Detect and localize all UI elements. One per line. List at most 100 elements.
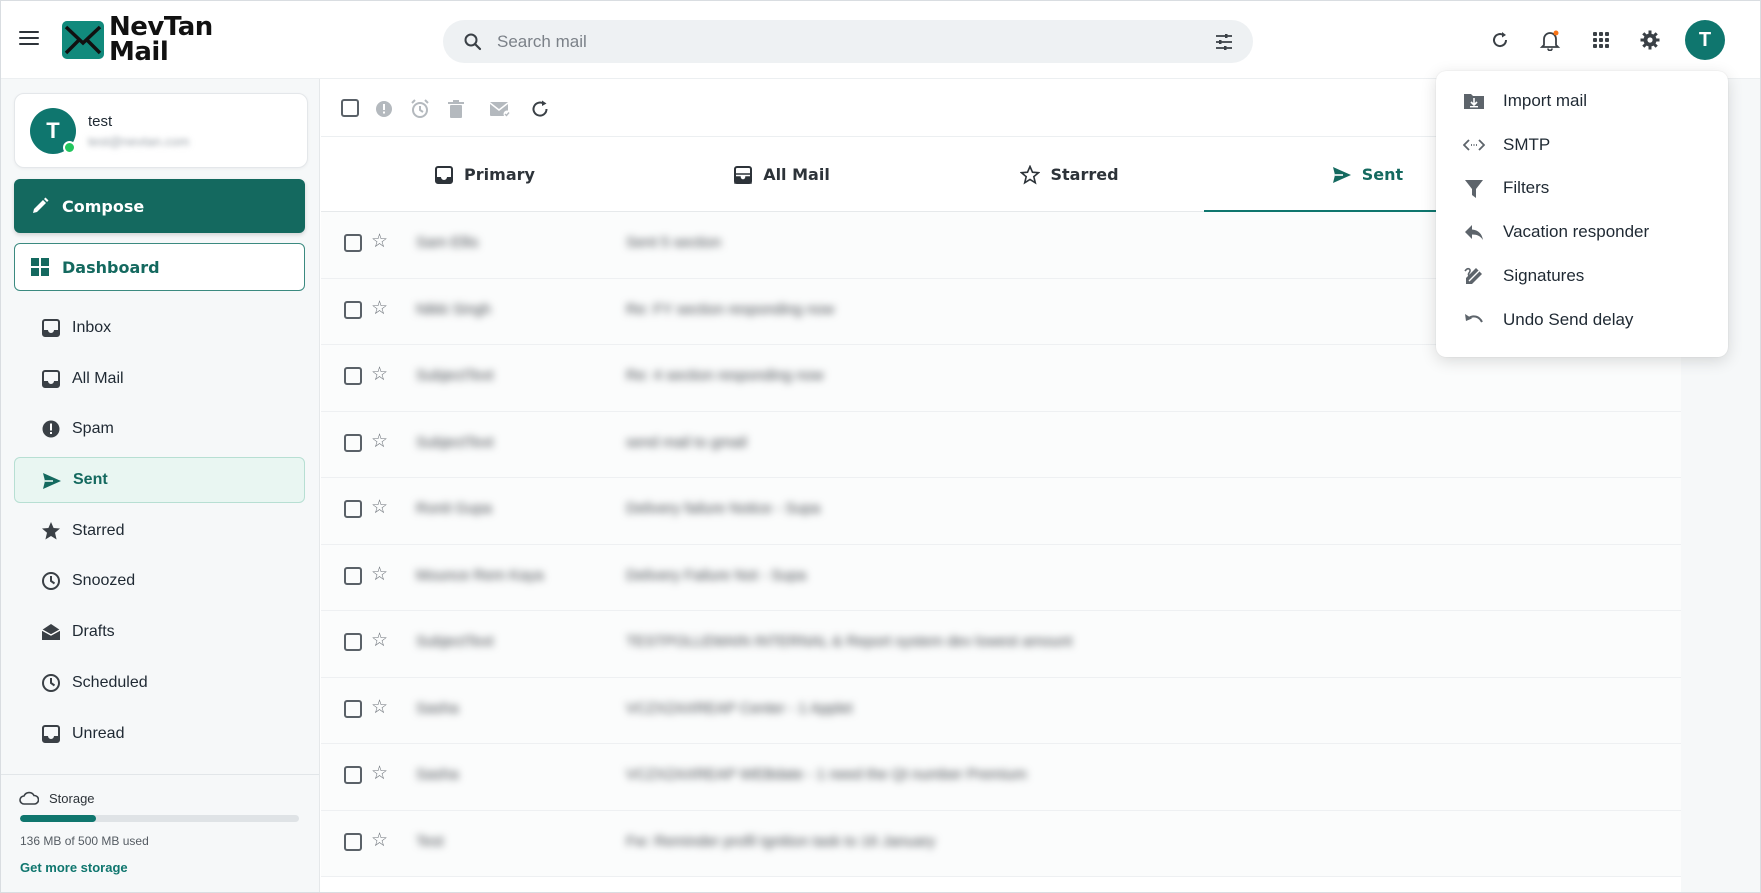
dashboard-button[interactable]: Dashboard: [14, 243, 305, 291]
reply-icon: [1465, 225, 1483, 241]
apps-grid-icon[interactable]: [1586, 25, 1616, 55]
table-row[interactable]: ☆ SubjectText TESTPOLLEMAIN INTERNAL & Rep…: [321, 611, 1681, 678]
row-checkbox[interactable]: [344, 832, 362, 851]
star-outline-icon[interactable]: ☆: [371, 764, 388, 784]
get-more-storage-link[interactable]: Get more storage: [20, 860, 128, 875]
star-outline-icon[interactable]: ☆: [371, 365, 388, 385]
table-row[interactable]: ☆SubjectTextsend mail to gmailAug 17: [321, 411, 1681, 478]
table-row[interactable]: ☆ Sasha VCZXZAXREAP WEBdate - 1 need the Q…: [321, 744, 1681, 811]
folder-nav: Inbox All Mail Spam Sent Starred Snoozed: [14, 305, 305, 761]
signature-icon: [1464, 268, 1482, 285]
table-row[interactable]: ☆ Mounce Rem Kaya Delivery Failure Not - S…: [321, 544, 1681, 611]
bell-icon[interactable]: [1535, 25, 1565, 55]
sidebar-item-all-mail[interactable]: All Mail: [14, 356, 305, 402]
menu-item-signatures[interactable]: Signatures: [1436, 254, 1728, 298]
sidebar-item-scheduled[interactable]: Scheduled: [14, 660, 305, 706]
tab-all-mail[interactable]: All Mail: [618, 137, 945, 212]
row-checkbox[interactable]: [344, 766, 362, 784]
sidebar-item-spam[interactable]: Spam: [14, 406, 305, 452]
sidebar-item-inbox[interactable]: Inbox: [14, 305, 305, 351]
tab-primary[interactable]: Primary: [321, 137, 648, 212]
sidebar-item-label: Drafts: [72, 623, 115, 641]
compose-button[interactable]: Compose: [14, 179, 305, 233]
all-mail-icon: [42, 369, 60, 388]
select-all-checkbox[interactable]: [341, 99, 359, 117]
drafts-icon: [41, 624, 61, 641]
star-outline-icon[interactable]: ☆: [371, 830, 388, 851]
import-folder-icon: [1464, 94, 1484, 109]
tab-label: Primary: [464, 165, 535, 184]
spam-icon: [42, 420, 60, 438]
snooze-icon[interactable]: [409, 98, 431, 120]
star-outline-icon[interactable]: ☆: [371, 232, 388, 252]
send-icon: [1332, 166, 1351, 183]
email-sender: Ronit Gupa: [416, 500, 492, 517]
sidebar-item-drafts[interactable]: Drafts: [14, 609, 305, 655]
storage-label: Storage: [49, 791, 95, 806]
table-row[interactable]: ☆ Ronit Gupa Delivery failure Notice - Sup…: [321, 478, 1681, 545]
row-checkbox[interactable]: [344, 234, 362, 252]
email-subject: Delivery Failure Not - Supa: [626, 566, 807, 584]
filter-icon: [1465, 179, 1483, 198]
refresh-icon[interactable]: [1485, 25, 1515, 55]
email-subject: Fw: Reminder profil Ignition task to 16 …: [626, 832, 936, 850]
menu-item-filters[interactable]: Filters: [1436, 167, 1728, 211]
search-bar[interactable]: [443, 20, 1253, 63]
compose-label: Compose: [62, 196, 145, 216]
send-icon: [43, 473, 61, 490]
dashboard-label: Dashboard: [62, 257, 160, 277]
report-spam-icon[interactable]: [373, 98, 395, 120]
star-outline-icon[interactable]: ☆: [371, 564, 388, 585]
sidebar-item-label: Starred: [72, 521, 125, 539]
profile-card[interactable]: T test test@nevtan.com: [14, 93, 308, 168]
undo-icon: [1465, 313, 1483, 323]
code-arrows-icon: [1463, 139, 1485, 151]
row-checkbox[interactable]: [344, 633, 362, 651]
mark-read-icon[interactable]: [489, 98, 511, 120]
star-outline-icon[interactable]: ☆: [371, 431, 388, 452]
inbox-icon: [42, 319, 60, 337]
trash-icon[interactable]: [445, 98, 467, 120]
account-avatar[interactable]: T: [1685, 20, 1725, 60]
gear-icon[interactable]: [1635, 25, 1665, 55]
email-sender: Sasha: [416, 699, 459, 717]
table-row[interactable]: ☆ Test Fw: Reminder profil Ignition task t…: [321, 810, 1681, 877]
star-outline-icon[interactable]: ☆: [371, 298, 388, 319]
table-row[interactable]: ☆SashaVCZXZAXREAP Center - 1 AppletAug 1…: [321, 677, 1681, 744]
star-outline-icon[interactable]: ☆: [371, 498, 388, 518]
menu-item-undo-send-delay[interactable]: Undo Send delay: [1436, 298, 1728, 342]
row-checkbox[interactable]: [344, 500, 362, 518]
sidebar-item-unread[interactable]: Unread: [14, 711, 305, 757]
row-checkbox[interactable]: [344, 433, 362, 452]
menu-icon[interactable]: [17, 28, 41, 48]
pencil-icon: [33, 197, 49, 213]
scheduled-icon: [42, 673, 60, 692]
tune-icon[interactable]: [1213, 31, 1235, 53]
email-subject: send mail to gmail: [626, 433, 747, 451]
row-checkbox[interactable]: [344, 566, 362, 585]
online-status-dot: [63, 141, 76, 154]
sidebar-item-sent[interactable]: Sent: [14, 457, 305, 504]
sidebar-item-label: Spam: [72, 420, 114, 438]
app-logo-text: NevTan Mail: [109, 14, 213, 65]
sidebar-item-snoozed[interactable]: Snoozed: [14, 558, 305, 604]
email-subject: VCZXZAXREAP Center - 1 Applet: [626, 699, 853, 717]
star-outline-icon: [1020, 164, 1041, 185]
row-checkbox[interactable]: [344, 699, 362, 718]
tab-label: Starred: [1050, 165, 1119, 184]
clock-icon: [42, 572, 60, 591]
tab-starred[interactable]: Starred: [906, 137, 1233, 212]
menu-item-import-mail[interactable]: Import mail: [1436, 79, 1728, 123]
sidebar-item-starred[interactable]: Starred: [14, 508, 305, 554]
star-outline-icon[interactable]: ☆: [371, 697, 388, 718]
row-checkbox[interactable]: [344, 367, 362, 385]
settings-dropdown-menu: Import mail SMTP Filters Vacation respon…: [1436, 71, 1728, 357]
email-subject: Delivery failure Notice - Supa: [626, 500, 821, 517]
refresh-icon[interactable]: [529, 98, 551, 120]
menu-item-smtp[interactable]: SMTP: [1436, 123, 1728, 167]
storage-progress-bar: [20, 815, 299, 822]
search-input[interactable]: [497, 20, 1137, 63]
menu-item-vacation-responder[interactable]: Vacation responder: [1436, 210, 1728, 254]
star-outline-icon[interactable]: ☆: [371, 631, 388, 651]
row-checkbox[interactable]: [344, 300, 362, 319]
